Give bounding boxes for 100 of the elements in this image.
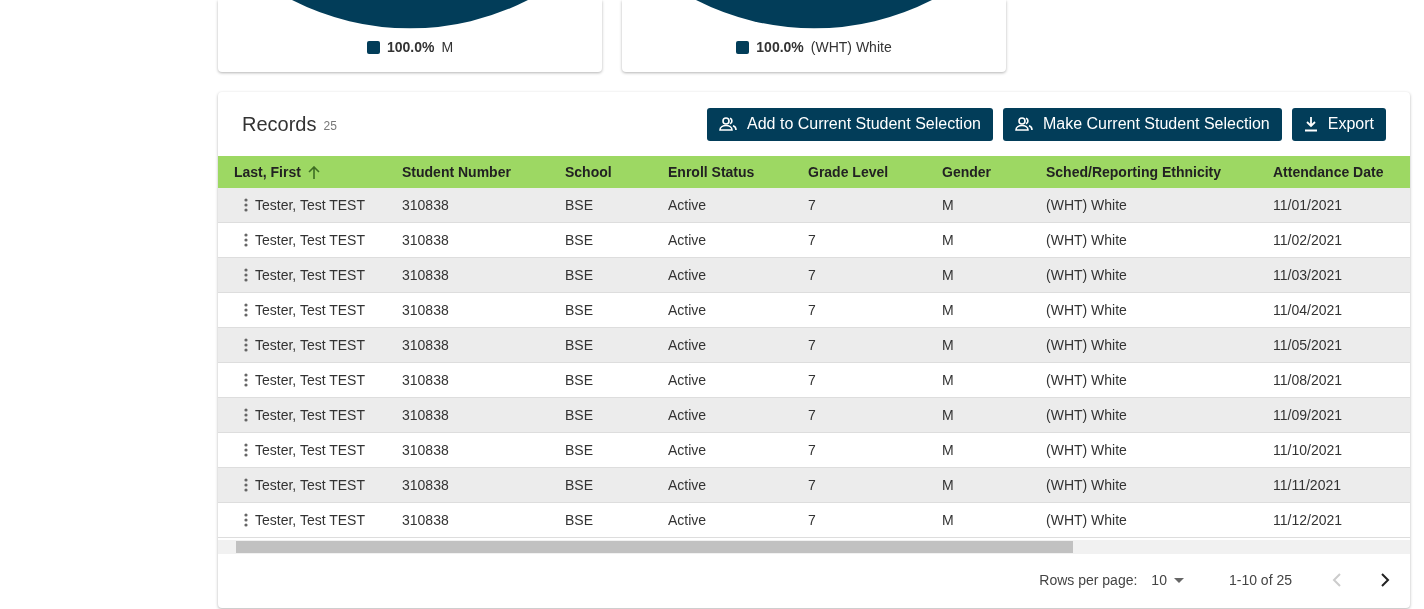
table-cell-text: 7 (808, 195, 816, 215)
table-cell-text: 7 (808, 335, 816, 355)
table-cell-text: Active (668, 370, 707, 390)
column-header[interactable]: Enroll Status (668, 161, 755, 183)
table-cell-text: M (942, 405, 954, 425)
table-cell-text: M (942, 510, 954, 530)
table-cell-text: M (942, 475, 954, 495)
table-cell-text: Active (668, 195, 707, 215)
table-cell-text: M (942, 265, 954, 285)
table-cell-text: 310838 (402, 300, 449, 320)
records-title: Records (242, 112, 317, 137)
table-cell-text: 11/05/2021 (1273, 335, 1343, 355)
table-cell-text: BSE (565, 265, 593, 285)
table-cell-text: M (942, 440, 954, 460)
column-header[interactable]: Grade Level (808, 161, 889, 183)
rows-per-page-select[interactable]: 10 (1151, 569, 1184, 591)
table-cell-text: 310838 (402, 440, 449, 460)
more-options-icon[interactable] (244, 443, 248, 457)
table-cell-text: (WHT) White (1046, 195, 1127, 215)
more-options-icon[interactable] (244, 198, 248, 212)
table-cell-text: 7 (808, 265, 816, 285)
table-cell-text: BSE (565, 335, 593, 355)
legend-percent: 100.0% (756, 38, 804, 57)
selection-button[interactable]: Make Current Student Selection (1002, 107, 1282, 141)
legend-label: (WHT) White (810, 38, 892, 57)
table-cell-text: BSE (565, 300, 593, 320)
table-cell-text: Active (668, 475, 707, 495)
table-cell-text: Tester, Test TEST (255, 510, 365, 530)
table-cell-text: 310838 (402, 405, 449, 425)
table-cell-text: 11/12/2021 (1273, 510, 1343, 530)
table-cell-text: (WHT) White (1046, 475, 1127, 495)
table-cell-text: M (942, 195, 954, 215)
sort-arrow-icon (307, 165, 320, 179)
column-header[interactable]: Student Number (402, 161, 511, 183)
selection-button[interactable]: Add to Current Student Selection (707, 107, 993, 141)
table-cell-text: 11/10/2021 (1273, 440, 1343, 460)
column-header[interactable]: Attendance Date (1273, 161, 1384, 183)
table-cell-text: 7 (808, 405, 816, 425)
table-cell-text: 7 (808, 440, 816, 460)
table-cell-text: M (942, 335, 954, 355)
horizontal-scrollbar[interactable] (218, 540, 1410, 554)
people-icon (719, 117, 738, 131)
table-cell-text: Active (668, 265, 707, 285)
table-cell-text: M (942, 230, 954, 250)
more-options-icon[interactable] (244, 233, 248, 247)
legend-label: M (441, 38, 454, 57)
column-header[interactable]: Sched/Reporting Ethnicity (1046, 161, 1221, 183)
table-cell-text: BSE (565, 370, 593, 390)
table-cell-text: 7 (808, 370, 816, 390)
caret-icon (1173, 577, 1184, 583)
table-cell-text: Tester, Test TEST (255, 475, 365, 495)
table-cell-text: Tester, Test TEST (255, 265, 365, 285)
table-cell-text: Active (668, 405, 707, 425)
table-cell-text: 310838 (402, 265, 449, 285)
page-range: 1-10 of 25 (1228, 570, 1292, 590)
more-options-icon[interactable] (244, 513, 248, 527)
table-cell-text: BSE (565, 510, 593, 530)
more-options-icon[interactable] (244, 268, 248, 282)
table-cell-text: 7 (808, 300, 816, 320)
table-cell-text: Tester, Test TEST (255, 230, 365, 250)
table-cell-text: 310838 (402, 335, 449, 355)
table-cell-text: Tester, Test TEST (255, 195, 365, 215)
table-cell-text: Active (668, 230, 707, 250)
table-cell-text: (WHT) White (1046, 230, 1127, 250)
table-cell-text: (WHT) White (1046, 440, 1127, 460)
table-cell-text: (WHT) White (1046, 370, 1127, 390)
table-cell-text: BSE (565, 405, 593, 425)
table-cell-text: 11/11/2021 (1273, 475, 1341, 495)
column-header[interactable]: School (565, 161, 612, 183)
table-cell-text: BSE (565, 195, 593, 215)
table-cell-text: Active (668, 440, 707, 460)
table-cell-text: 310838 (402, 475, 449, 495)
table-cell-text: M (942, 370, 954, 390)
column-header[interactable]: Gender (942, 161, 991, 183)
table-cell-text: (WHT) White (1046, 265, 1127, 285)
table-cell-text: 11/01/2021 (1273, 195, 1343, 215)
next-page-button[interactable] (1380, 573, 1390, 587)
download-icon (1303, 116, 1318, 132)
more-options-icon[interactable] (244, 478, 248, 492)
table-cell-text: Tester, Test TEST (255, 405, 365, 425)
column-header[interactable]: Last, First (234, 161, 301, 183)
table-cell-text: Tester, Test TEST (255, 335, 365, 355)
table-cell-text: BSE (565, 475, 593, 495)
rows-per-page-label: Rows per page: (1039, 570, 1138, 590)
table-cell-text: 310838 (402, 230, 449, 250)
more-options-icon[interactable] (244, 338, 248, 352)
table-cell-text: (WHT) White (1046, 300, 1127, 320)
more-options-icon[interactable] (244, 408, 248, 422)
legend-percent: 100.0% (386, 38, 435, 57)
table-cell-text: (WHT) White (1046, 510, 1127, 530)
more-options-icon[interactable] (244, 373, 248, 387)
table-cell-text: (WHT) White (1046, 405, 1127, 425)
table-cell-text: Active (668, 335, 707, 355)
table-cell-text: (WHT) White (1046, 335, 1127, 355)
table-cell-text: 11/03/2021 (1273, 265, 1343, 285)
table-cell-text: 7 (808, 230, 816, 250)
more-options-icon[interactable] (244, 303, 248, 317)
export-button[interactable]: Export (1291, 107, 1386, 141)
table-cell-text: Active (668, 300, 707, 320)
table-cell-text: 310838 (402, 370, 449, 390)
